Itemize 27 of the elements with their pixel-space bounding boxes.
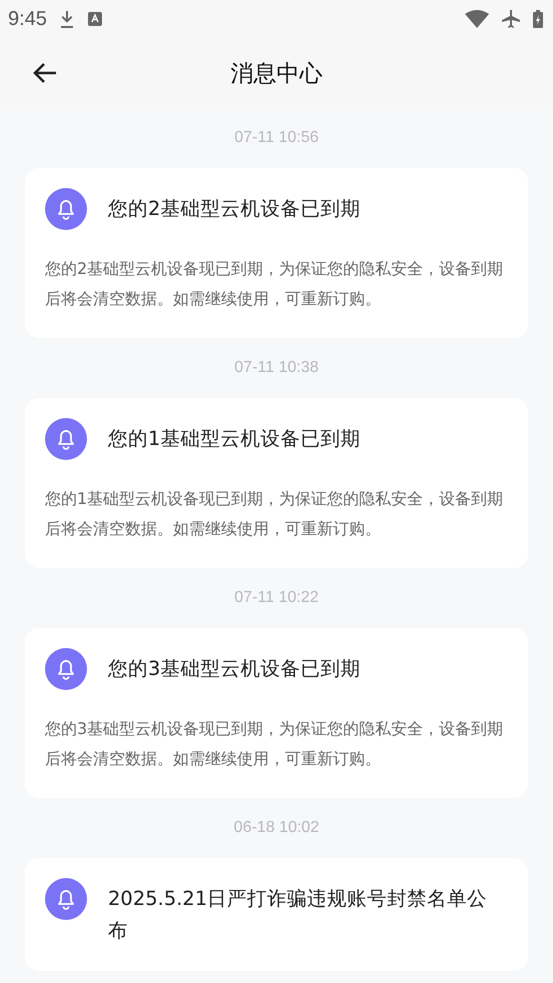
download-icon bbox=[58, 9, 75, 29]
wifi-icon bbox=[465, 10, 489, 28]
page-title: 消息中心 bbox=[230, 60, 322, 88]
airplane-icon bbox=[501, 9, 521, 29]
message-title: 您的2基础型云机设备已到期 bbox=[108, 196, 360, 222]
bell-icon bbox=[45, 648, 87, 690]
bell-icon bbox=[45, 418, 87, 460]
bell-icon bbox=[45, 878, 87, 920]
message-body: 您的3基础型云机设备现已到期，为保证您的隐私安全，设备到期后将会清空数据。如需继续使用，可重新订购。 bbox=[45, 718, 504, 770]
message-time: 07-11 10:56 bbox=[234, 129, 319, 147]
message-title: 您的3基础型云机设备已到期 bbox=[108, 656, 360, 682]
status-time: 9:45 bbox=[8, 8, 47, 30]
message-title: 2025.5.21日严打诈骗违规账号封禁名单公布 bbox=[108, 886, 488, 944]
message-card[interactable]: 2025.5.21日严打诈骗违规账号封禁名单公布 bbox=[25, 858, 528, 971]
message-card[interactable]: 您的3基础型云机设备已到期 您的3基础型云机设备现已到期，为保证您的隐私安全，设备到期后将会清空数据。如需继续使用，可重新订购。 bbox=[25, 628, 528, 798]
message-time: 06-18 10:02 bbox=[234, 819, 320, 837]
message-body: 您的1基础型云机设备现已到期，为保证您的隐私安全，设备到期后将会清空数据。如需继续使用，可重新订购。 bbox=[45, 488, 504, 540]
message-card[interactable]: 您的1基础型云机设备已到期 您的1基础型云机设备现已到期，为保证您的隐私安全，设备到期后将会清空数据。如需继续使用，可重新订购。 bbox=[25, 398, 528, 568]
message-body: 您的2基础型云机设备现已到期，为保证您的隐私安全，设备到期后将会清空数据。如需继续使用，可重新订购。 bbox=[45, 258, 504, 310]
message-card[interactable]: 您的2基础型云机设备已到期 您的2基础型云机设备现已到期，为保证您的隐私安全，设备到期后将会清空数据。如需继续使用，可重新订购。 bbox=[25, 168, 528, 338]
bell-icon bbox=[45, 188, 87, 230]
message-time: 07-11 10:38 bbox=[234, 359, 319, 377]
message-title: 您的1基础型云机设备已到期 bbox=[108, 426, 360, 452]
message-time: 07-11 10:22 bbox=[234, 589, 319, 607]
back-arrow-icon[interactable] bbox=[32, 62, 58, 84]
battery-icon bbox=[533, 9, 543, 29]
keyboard-icon bbox=[86, 11, 103, 27]
